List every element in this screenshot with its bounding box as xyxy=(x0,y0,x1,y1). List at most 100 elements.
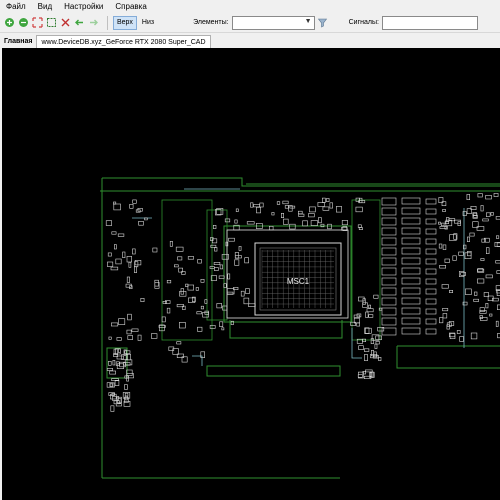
pcb-component xyxy=(112,359,116,366)
tab-main[interactable]: Главная xyxy=(0,35,36,48)
pcb-component xyxy=(449,290,453,294)
memory-pad xyxy=(401,237,421,245)
forward-icon[interactable] xyxy=(88,17,99,28)
pcb-component xyxy=(495,235,500,239)
pcb-component xyxy=(309,206,316,213)
pcb-component xyxy=(140,298,145,303)
pcb-component xyxy=(439,226,447,229)
pcb-component xyxy=(127,335,134,340)
pcb-component xyxy=(179,291,187,297)
vrm-component xyxy=(425,208,437,215)
pcb-component xyxy=(234,259,240,266)
pcb-component xyxy=(474,291,478,296)
vrm-component xyxy=(425,308,437,315)
pcb-component xyxy=(219,264,223,270)
pcb-component xyxy=(114,379,120,386)
pcb-component xyxy=(329,202,333,209)
vrm-component xyxy=(381,197,397,206)
back-icon[interactable] xyxy=(74,17,85,28)
pcb-component xyxy=(441,222,445,227)
pcb-component xyxy=(214,267,219,271)
pcb-component xyxy=(459,336,464,342)
pcb-component xyxy=(116,363,124,369)
pcb-canvas[interactable]: MSC1 xyxy=(2,48,500,500)
pcb-component xyxy=(126,256,132,263)
vrm-component xyxy=(425,288,437,295)
pcb-component xyxy=(341,220,348,226)
pcb-component xyxy=(326,198,330,202)
filter-icon[interactable] xyxy=(317,17,328,28)
pcb-component xyxy=(479,307,485,313)
pcb-component xyxy=(302,220,308,227)
pcb-component xyxy=(490,212,494,216)
pcb-component xyxy=(115,348,121,355)
menu-file[interactable]: Файл xyxy=(6,2,26,11)
pcb-component xyxy=(467,251,472,257)
pcb-component xyxy=(110,393,117,400)
signals-field[interactable] xyxy=(381,15,478,30)
pcb-component xyxy=(271,212,275,216)
memory-pad xyxy=(401,277,421,285)
zoom-out-icon[interactable] xyxy=(18,17,29,28)
pcb-component xyxy=(107,252,112,257)
flip-icon[interactable] xyxy=(60,17,71,28)
pcb-component xyxy=(110,405,115,412)
pcb-component xyxy=(284,205,289,209)
pcb-component xyxy=(365,311,369,318)
pcb-component xyxy=(174,264,179,268)
fit-icon[interactable] xyxy=(32,17,43,28)
pcb-component xyxy=(465,288,472,295)
edge-connector xyxy=(206,365,341,377)
pcb-component xyxy=(197,259,202,264)
pcb-component xyxy=(495,320,499,327)
pcb-component xyxy=(126,276,130,283)
pcb-component xyxy=(438,221,441,225)
vrm-component xyxy=(425,268,437,275)
memory-pad xyxy=(401,297,421,305)
pcb-component xyxy=(378,307,383,311)
pcb-component xyxy=(466,236,470,242)
pcb-component xyxy=(358,345,364,351)
pcb-component xyxy=(240,290,245,297)
bottom-side-toggle[interactable]: Низ xyxy=(139,16,157,30)
pcb-component xyxy=(485,247,490,254)
gpu-area xyxy=(223,225,352,323)
pcb-component xyxy=(179,321,186,329)
gpu-chip[interactable]: MSC1 xyxy=(254,242,342,316)
pcb-component xyxy=(243,297,250,305)
pcb-component xyxy=(235,255,242,259)
menu-view[interactable]: Вид xyxy=(38,2,52,11)
memory-pad xyxy=(401,227,421,235)
pcb-component xyxy=(213,225,217,229)
vrm-component xyxy=(425,298,437,305)
zoom-in-icon[interactable] xyxy=(4,17,15,28)
pcb-component xyxy=(131,328,139,332)
pcb-component xyxy=(280,213,284,219)
top-side-toggle[interactable]: Верх xyxy=(113,15,137,30)
pcb-component xyxy=(322,206,330,211)
pcb-component xyxy=(197,326,203,332)
menu-bar: Файл Вид Настройки Справка xyxy=(0,0,500,13)
menu-help[interactable]: Справка xyxy=(115,2,146,11)
elements-combo[interactable]: ▼ xyxy=(231,15,315,30)
select-icon[interactable] xyxy=(46,17,57,28)
menu-settings[interactable]: Настройки xyxy=(64,2,103,11)
pcb-component xyxy=(466,194,470,200)
tab-document[interactable]: www.DeviceDB.xyz_GeForce RTX 2080 Super_… xyxy=(36,35,211,48)
pcb-component xyxy=(355,206,363,213)
pcb-component xyxy=(308,213,315,218)
pcb-component xyxy=(373,294,379,299)
pcb-component xyxy=(245,288,250,294)
memory-pad xyxy=(401,267,421,275)
vrm-component xyxy=(381,307,397,316)
pcb-component xyxy=(129,204,134,209)
pcb-component xyxy=(476,278,485,284)
pcb-component xyxy=(169,241,173,247)
pcb-board-view[interactable]: MSC1 xyxy=(2,48,500,500)
pcb-component xyxy=(460,272,467,276)
pcb-component xyxy=(363,354,368,361)
pcb-component xyxy=(276,201,281,205)
pcb-component xyxy=(368,304,372,309)
pcb-component xyxy=(473,298,479,302)
pcb-component xyxy=(458,251,464,256)
